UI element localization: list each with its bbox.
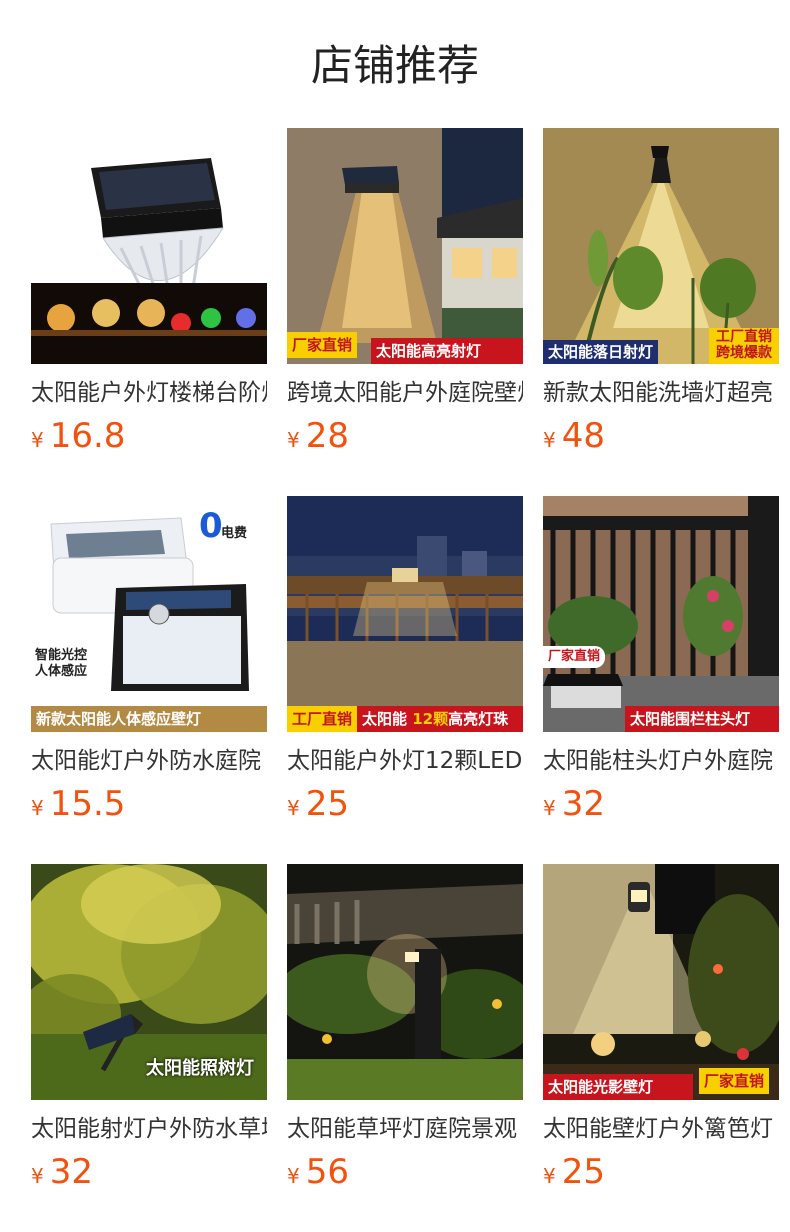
- zero-badge-label: 电费: [221, 526, 248, 541]
- solar-lawn-light-icon: [287, 864, 523, 1100]
- product-grid: 太阳能户外灯楼梯台阶灯 ¥16.8 厂家直销 太阳能高亮射灯 跨境太阳能户外庭院…: [31, 128, 779, 1210]
- product-name[interactable]: 太阳能射灯户外防水草坪: [31, 1114, 267, 1144]
- price-row: ¥15.5: [31, 784, 267, 830]
- product-image[interactable]: 太阳能光影壁灯 厂家直销: [543, 864, 779, 1100]
- product-card[interactable]: 新款太阳能人体感应壁灯 智能光控 人体感应 0 电费 太阳能灯户外防水庭院 ¥1…: [31, 496, 267, 842]
- product-card[interactable]: 太阳能户外灯楼梯台阶灯 ¥16.8: [31, 128, 267, 474]
- feature-line: 智能光控: [35, 648, 88, 663]
- promo-tag: 太阳能 12颗高亮灯珠: [357, 706, 523, 732]
- currency-symbol: ¥: [287, 428, 300, 452]
- product-name[interactable]: 太阳能草坪灯庭院景观: [287, 1114, 523, 1144]
- currency-symbol: ¥: [31, 1164, 44, 1188]
- product-price: 16.8: [49, 416, 126, 456]
- price-row: ¥28: [287, 416, 523, 462]
- promo-tag-part: 太阳能: [362, 710, 408, 728]
- promo-tag: 新款太阳能人体感应壁灯: [31, 706, 267, 732]
- promo-tag-part: 高亮灯珠: [448, 710, 509, 728]
- product-name[interactable]: 太阳能灯户外防水庭院: [31, 746, 267, 776]
- product-name[interactable]: 太阳能壁灯户外篱笆灯: [543, 1114, 779, 1144]
- solar-step-light-icon: [31, 128, 267, 364]
- currency-symbol: ¥: [543, 1164, 556, 1188]
- price-row: ¥32: [31, 1152, 267, 1198]
- price-row: ¥56: [287, 1152, 523, 1198]
- promo-tag-part: 12颗: [412, 710, 449, 728]
- product-price: 48: [561, 416, 605, 456]
- promo-tag: 工厂直销 跨境爆款: [709, 328, 779, 364]
- promo-tag: 太阳能落日射灯: [543, 340, 659, 364]
- product-name[interactable]: 太阳能户外灯12颗LED: [287, 746, 523, 776]
- solar-fence-light-balcony-icon: [287, 496, 523, 732]
- product-card[interactable]: 厂家直销 太阳能围栏柱头灯 太阳能柱头灯户外庭院 ¥32: [543, 496, 779, 842]
- promo-tag-line: 跨境爆款: [716, 345, 772, 361]
- page-title: 店铺推荐: [310, 41, 479, 90]
- product-image[interactable]: 新款太阳能人体感应壁灯 智能光控 人体感应 0 电费: [31, 496, 267, 732]
- solar-wall-light-house-icon: [287, 128, 523, 364]
- product-image[interactable]: 厂家直销 太阳能高亮射灯: [287, 128, 523, 364]
- product-image[interactable]: [287, 864, 523, 1100]
- currency-symbol: ¥: [287, 1164, 300, 1188]
- product-image[interactable]: 太阳能落日射灯 工厂直销 跨境爆款: [543, 128, 779, 364]
- product-price: 32: [49, 1152, 93, 1192]
- product-price: 32: [561, 784, 605, 824]
- feature-label: 智能光控 人体感应: [35, 648, 87, 680]
- currency-symbol: ¥: [31, 796, 44, 820]
- product-card[interactable]: 太阳能草坪灯庭院景观 ¥56: [287, 864, 523, 1210]
- solar-post-cap-light-icon: [543, 496, 779, 732]
- product-card[interactable]: 太阳能落日射灯 工厂直销 跨境爆款 新款太阳能洗墙灯超亮 ¥48: [543, 128, 779, 474]
- promo-tag: 太阳能围栏柱头灯: [625, 706, 779, 732]
- price-row: ¥25: [287, 784, 523, 830]
- price-row: ¥25: [543, 1152, 779, 1198]
- promo-tag: 工厂直销: [287, 706, 358, 732]
- product-name[interactable]: 跨境太阳能户外庭院壁灯: [287, 378, 523, 408]
- product-image[interactable]: 厂家直销 太阳能围栏柱头灯: [543, 496, 779, 732]
- product-name[interactable]: 太阳能户外灯楼梯台阶灯: [31, 378, 267, 408]
- currency-symbol: ¥: [31, 428, 44, 452]
- promo-tag: 厂家直销: [543, 646, 606, 668]
- product-name[interactable]: 太阳能柱头灯户外庭院: [543, 746, 779, 776]
- currency-symbol: ¥: [287, 796, 300, 820]
- product-image[interactable]: [31, 128, 267, 364]
- price-row: ¥48: [543, 416, 779, 462]
- promo-tag: 太阳能照树灯: [146, 1058, 254, 1079]
- solar-shadow-wall-light-icon: [543, 864, 779, 1100]
- product-price: 28: [305, 416, 349, 456]
- price-row: ¥16.8: [31, 416, 267, 462]
- product-name[interactable]: 新款太阳能洗墙灯超亮: [543, 378, 779, 408]
- product-image[interactable]: 工厂直销 太阳能 12颗高亮灯珠: [287, 496, 523, 732]
- product-price: 25: [561, 1152, 605, 1192]
- promo-tag: 太阳能光影壁灯: [543, 1074, 693, 1100]
- product-card[interactable]: 厂家直销 太阳能高亮射灯 跨境太阳能户外庭院壁灯 ¥28: [287, 128, 523, 474]
- product-card[interactable]: 太阳能光影壁灯 厂家直销 太阳能壁灯户外篱笆灯 ¥25: [543, 864, 779, 1210]
- promo-tag: 太阳能高亮射灯: [371, 338, 523, 364]
- product-price: 56: [305, 1152, 349, 1192]
- price-row: ¥32: [543, 784, 779, 830]
- product-card[interactable]: 工厂直销 太阳能 12颗高亮灯珠 太阳能户外灯12颗LED ¥25: [287, 496, 523, 842]
- promo-tag: 厂家直销: [699, 1068, 770, 1094]
- product-card[interactable]: 太阳能照树灯 太阳能射灯户外防水草坪 ¥32: [31, 864, 267, 1210]
- promo-tag-line: 工厂直销: [716, 329, 772, 345]
- currency-symbol: ¥: [543, 796, 556, 820]
- currency-symbol: ¥: [543, 428, 556, 452]
- product-price: 25: [305, 784, 349, 824]
- product-price: 15.5: [49, 784, 126, 824]
- promo-tag: 厂家直销: [287, 332, 358, 358]
- zero-badge: 0: [199, 506, 223, 546]
- product-image[interactable]: 太阳能照树灯: [31, 864, 267, 1100]
- feature-line: 人体感应: [35, 664, 88, 679]
